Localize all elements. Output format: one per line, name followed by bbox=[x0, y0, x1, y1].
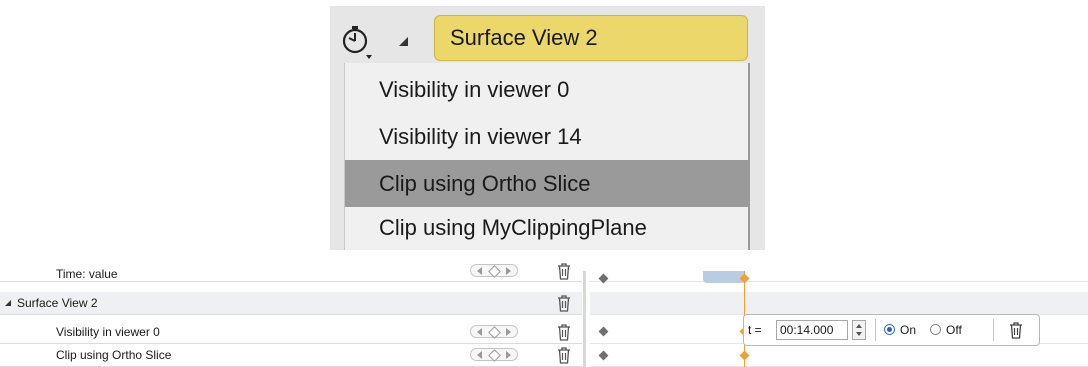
track-label: Time: value bbox=[56, 267, 118, 281]
track-label: Visibility in viewer 0 bbox=[56, 325, 160, 339]
track-row[interactable]: Time: value bbox=[0, 263, 582, 282]
zoomed-callout: Surface View 2 Visibility in viewer 0 Vi… bbox=[330, 6, 765, 250]
time-input[interactable]: 00:14.000 bbox=[776, 320, 848, 340]
menu-item-visibility-viewer-14[interactable]: Visibility in viewer 14 bbox=[345, 113, 748, 160]
divider bbox=[875, 319, 876, 341]
keyframe-nav[interactable] bbox=[470, 325, 518, 339]
on-label: On bbox=[900, 323, 917, 337]
track-group-row[interactable]: Surface View 2 bbox=[0, 292, 582, 315]
keyframe-nav[interactable] bbox=[470, 348, 518, 362]
on-radio[interactable] bbox=[884, 324, 895, 335]
track-row[interactable]: Clip using Ortho Slice bbox=[0, 344, 582, 367]
menu-item-clip-myclippingplane[interactable]: Clip using MyClippingPlane bbox=[345, 204, 748, 251]
track-dropdown-menu: Visibility in viewer 0 Visibility in vie… bbox=[344, 63, 750, 250]
timeline-row[interactable] bbox=[590, 344, 1088, 367]
time-label: t = bbox=[748, 323, 762, 337]
timeline-row[interactable] bbox=[590, 263, 1088, 282]
track-label: Clip using Ortho Slice bbox=[56, 348, 172, 362]
off-radio[interactable] bbox=[930, 324, 941, 335]
interpolation-band bbox=[703, 271, 745, 283]
time-spinner[interactable] bbox=[852, 320, 866, 340]
trash-icon[interactable] bbox=[556, 324, 572, 341]
trash-icon[interactable] bbox=[556, 347, 572, 364]
menu-item-clip-ortho-slice[interactable]: Clip using Ortho Slice bbox=[345, 160, 748, 207]
trash-icon[interactable] bbox=[556, 263, 572, 280]
track-group-label: Surface View 2 bbox=[17, 296, 98, 310]
expand-triangle-icon[interactable] bbox=[4, 299, 12, 307]
collapse-triangle-icon[interactable] bbox=[396, 34, 410, 48]
timeline-group-row[interactable] bbox=[590, 292, 1088, 315]
off-label: Off bbox=[946, 323, 962, 337]
panel-divider[interactable] bbox=[583, 271, 586, 367]
menu-item-visibility-viewer-0[interactable]: Visibility in viewer 0 bbox=[345, 66, 748, 113]
delete-keyframe-icon[interactable] bbox=[1008, 322, 1024, 339]
keyframe-editor: t = 00:14.000 On Off bbox=[743, 314, 1040, 346]
divider bbox=[993, 319, 994, 341]
stopwatch-icon[interactable] bbox=[340, 24, 376, 60]
trash-icon[interactable] bbox=[556, 295, 572, 312]
object-title-field[interactable]: Surface View 2 bbox=[434, 15, 748, 61]
track-row[interactable]: Visibility in viewer 0 bbox=[0, 321, 582, 344]
keyframe-nav[interactable] bbox=[470, 264, 518, 278]
